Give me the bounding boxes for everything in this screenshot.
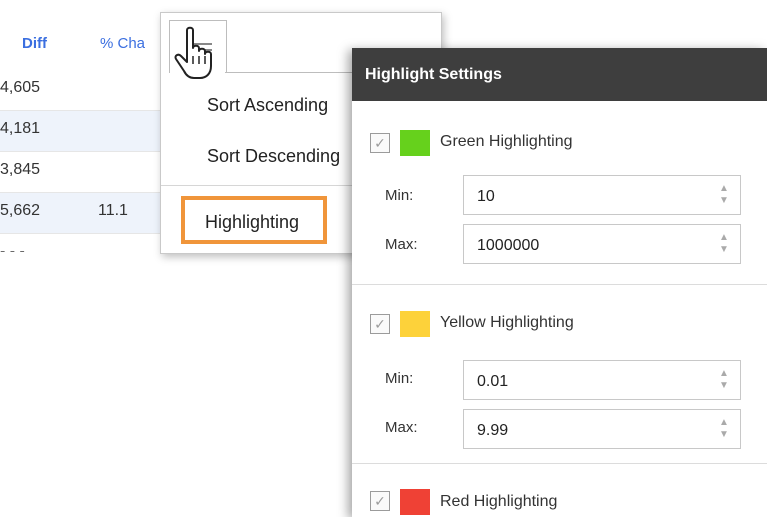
red-highlighting-section: ✓ Red Highlighting [352,463,767,517]
green-highlighting-section: ✓ Green Highlighting Min: 10 ▲ ▼ Max: 100… [352,101,767,281]
spinner-icon[interactable]: ▲ ▼ [718,183,730,209]
yellow-max-input[interactable]: 9.99 ▲ ▼ [463,409,741,449]
table-row: 5,662 11.1 [0,193,170,234]
cell-diff: 3,845 [0,161,41,178]
cell-diff: 4,181 [0,120,41,137]
green-min-input[interactable]: 10 ▲ ▼ [463,175,741,215]
yellow-highlighting-section: ✓ Yellow Highlighting Min: 0.01 ▲ ▼ Max: … [352,284,767,464]
menu-item-highlighting-label: Highlighting [205,212,300,232]
cell-pct: 11.1 [98,202,128,219]
table-row: 4,605 [0,70,170,111]
highlight-settings-panel: Highlight Settings ✓ Green Highlighting … [352,48,767,517]
yellow-color-swatch[interactable] [400,311,430,337]
red-highlighting-label: Red Highlighting [440,493,558,510]
green-highlighting-checkbox[interactable]: ✓ [370,133,390,153]
green-max-value: 1000000 [477,237,540,254]
spinner-icon[interactable]: ▲ ▼ [718,368,730,394]
column-header-diff[interactable]: Diff [22,35,47,52]
table-row: 4,181 [0,111,170,152]
yellow-highlighting-label: Yellow Highlighting [440,314,574,331]
max-label: Max: [385,236,418,253]
green-max-input[interactable]: 1000000 ▲ ▼ [463,224,741,264]
green-min-value: 10 [477,188,495,205]
green-color-swatch[interactable] [400,130,430,156]
min-label: Min: [385,187,414,204]
min-label: Min: [385,370,414,387]
yellow-min-value: 0.01 [477,373,509,390]
cell-diff: 5,662 [0,202,41,219]
red-color-swatch[interactable] [400,489,430,515]
spinner-icon[interactable]: ▲ ▼ [718,417,730,443]
menu-item-highlighting[interactable]: Highlighting [181,196,327,244]
green-highlighting-label: Green Highlighting [440,133,573,150]
yellow-min-input[interactable]: 0.01 ▲ ▼ [463,360,741,400]
menu-item-sort-descending[interactable]: Sort Descending [207,146,340,167]
spinner-icon[interactable]: ▲ ▼ [718,232,730,258]
table-row: 3,845 [0,152,170,193]
cell-diff: 4,605 [0,79,41,96]
panel-title: Highlight Settings [365,66,502,83]
max-label: Max: [385,419,418,436]
column-header-pct-change[interactable]: % Cha [100,35,145,52]
red-highlighting-checkbox[interactable]: ✓ [370,491,390,511]
menu-item-sort-ascending[interactable]: Sort Ascending [207,95,328,116]
cell-diff: - - - [0,243,25,252]
hand-pointer-icon [174,26,212,79]
yellow-max-value: 9.99 [477,422,509,439]
panel-header: Highlight Settings [352,48,767,101]
yellow-highlighting-checkbox[interactable]: ✓ [370,314,390,334]
data-grid: Diff % Cha 4,605 4,181 3,845 5,662 11.1 … [0,0,170,252]
table-row: - - - [0,234,170,252]
